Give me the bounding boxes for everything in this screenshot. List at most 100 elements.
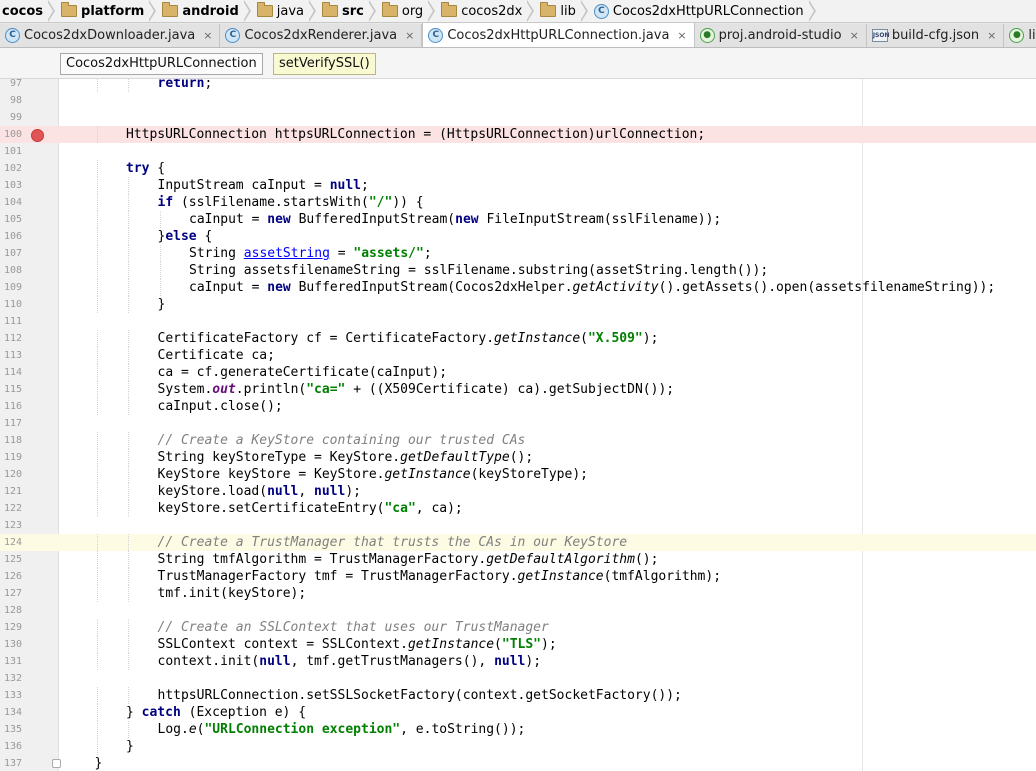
code-line[interactable]: 110} [0,296,1036,313]
indent-guide [128,568,129,585]
code-line[interactable]: 126 TrustManagerFactory tmf = TrustManage… [0,568,1036,585]
code-line[interactable]: 106}else { [0,228,1036,245]
indent-guide [128,500,129,517]
breadcrumb-item[interactable]: platform [59,0,160,22]
close-tab-icon[interactable]: × [203,29,212,42]
code-line[interactable]: 129 // Create an SSLContext that uses our… [0,619,1036,636]
close-tab-icon[interactable]: × [987,29,996,42]
breadcrumb-label: cocos [2,3,44,19]
breadcrumb-item[interactable]: C Cocos2dxHttpURLConnection [592,0,820,22]
code-line[interactable]: 128 [0,602,1036,619]
indent-guide [128,687,129,704]
line-number: 102 [3,163,22,174]
nav-class-chip[interactable]: Cocos2dxHttpURLConnection [60,53,263,75]
line-number: 127 [3,588,22,599]
indent-guide [128,398,129,415]
breadcrumb-item[interactable]: org [380,0,439,22]
breadcrumb-label: cocos2dx [461,3,523,19]
fold-marker-icon[interactable] [52,759,61,768]
breadcrumb-item[interactable]: lib [538,0,591,22]
code-line[interactable]: 137} [0,755,1036,771]
code-line[interactable]: 116 caInput.close(); [0,398,1036,415]
code-text: tmf.init(keyStore); [157,586,307,601]
code-text: String assetsfilenameString = sslFilenam… [189,263,769,278]
code-line[interactable]: 113 Certificate ca; [0,347,1036,364]
code-text: if (sslFilename.startsWith("/")) { [157,195,424,210]
code-line[interactable]: 99 [0,109,1036,126]
line-number: 103 [3,180,22,191]
line-number: 116 [3,401,22,412]
code-line[interactable]: 109 caInput = new BufferedInputStream(Coc… [0,279,1036,296]
code-line[interactable]: 97 return; [0,79,1036,92]
code-line[interactable]: 115 System.out.println("ca=" + ((X509Cert… [0,381,1036,398]
code-line[interactable]: 120 KeyStore keyStore = KeyStore.getInsta… [0,466,1036,483]
code-line[interactable]: 103 InputStream caInput = null; [0,177,1036,194]
code-line[interactable]: 133 httpsURLConnection.setSSLSocketFactor… [0,687,1036,704]
code-line[interactable]: 114 ca = cf.generateCertificate(caInput); [0,364,1036,381]
code-line[interactable]: 132 [0,670,1036,687]
code-line[interactable]: 118 // Create a KeyStore containing our t… [0,432,1036,449]
editor-tab[interactable]: C Cocos2dxHttpURLConnection.java × [422,23,695,47]
indent-guide [128,262,129,279]
code-line[interactable]: 125 String tmfAlgorithm = TrustManagerFac… [0,551,1036,568]
indent-guide [96,211,98,228]
close-tab-icon[interactable]: × [677,29,686,42]
breadcrumb-item[interactable]: android [160,0,254,22]
line-number: 128 [3,605,22,616]
editor-tab[interactable]: C Cocos2dxDownloader.java × [0,24,221,47]
folder-icon [540,2,557,17]
breadcrumb-label: java [276,3,304,19]
code-line[interactable]: 124 // Create a TrustManager that trusts … [0,534,1036,551]
breadcrumb-item[interactable]: java [255,0,320,22]
breadcrumb-item[interactable]: cocos2dx [439,0,538,22]
indent-guide [128,245,129,262]
code-line[interactable]: 98 [0,92,1036,109]
close-tab-icon[interactable]: × [850,29,859,42]
class-icon: C [225,28,241,43]
indent-guide [159,245,161,262]
code-line[interactable]: 121 keyStore.load(null, null); [0,483,1036,500]
code-line[interactable]: 101 [0,143,1036,160]
indent-guide [128,364,129,381]
code-line[interactable]: 122 keyStore.setCertificateEntry("ca", ca… [0,500,1036,517]
code-line[interactable]: 136} [0,738,1036,755]
code-line[interactable]: 130 SSLContext context = SSLContext.getIn… [0,636,1036,653]
code-line[interactable]: 127 tmf.init(keyStore); [0,585,1036,602]
nav-method-chip[interactable]: setVerifySSL() [273,53,376,75]
code-line[interactable]: 117 [0,415,1036,432]
editor-tab[interactable]: ● proj.android-studio × [694,24,867,47]
breakpoint-icon[interactable] [31,129,44,142]
indent-guide [96,160,98,177]
editor-tab[interactable]: C Cocos2dxRenderer.java × [220,24,423,47]
breadcrumb-item[interactable]: cocos [0,0,59,22]
editor-tab[interactable]: JSON build-cfg.json × [866,24,1005,47]
indent-guide [96,466,98,483]
indent-guide [96,126,98,143]
code-line[interactable]: 104 if (sslFilename.startsWith("/")) { [0,194,1036,211]
editor-tab[interactable]: ●libcocos2dx× [1004,24,1036,47]
code-line[interactable]: 134} catch (Exception e) { [0,704,1036,721]
code-line[interactable]: 108 String assetsfilenameString = sslFile… [0,262,1036,279]
module-icon: ● [1009,28,1025,43]
code-line[interactable]: 123 [0,517,1036,534]
code-line[interactable]: 111 [0,313,1036,330]
tab-label: Cocos2dxDownloader.java [24,28,196,43]
breadcrumb-separator-icon [148,0,157,22]
code-line[interactable]: 135 Log.e("URLConnection exception", e.to… [0,721,1036,738]
code-line[interactable]: 100 HttpsURLConnection httpsURLConnection… [0,126,1036,143]
indent-guide [96,636,98,653]
code-line[interactable]: 102 try { [0,160,1036,177]
code-line[interactable]: 105 caInput = new BufferedInputStream(new… [0,211,1036,228]
code-line[interactable]: 119 String keyStoreType = KeyStore.getDef… [0,449,1036,466]
close-tab-icon[interactable]: × [405,29,414,42]
indent-guide [128,296,129,313]
breadcrumb-item[interactable]: src [320,0,380,22]
indent-guide [96,194,98,211]
folder-icon [322,2,338,17]
indent-guide [128,721,129,738]
code-editor[interactable]: 97 return; 98 99 100 HttpsURLConnection https… [0,79,1036,771]
breadcrumb-separator-icon [308,0,316,22]
code-line[interactable]: 112 CertificateFactory cf = CertificateFa… [0,330,1036,347]
code-line[interactable]: 107 String assetString = "assets/"; [0,245,1036,262]
code-line[interactable]: 131 context.init(null, tmf.getTrustManage… [0,653,1036,670]
